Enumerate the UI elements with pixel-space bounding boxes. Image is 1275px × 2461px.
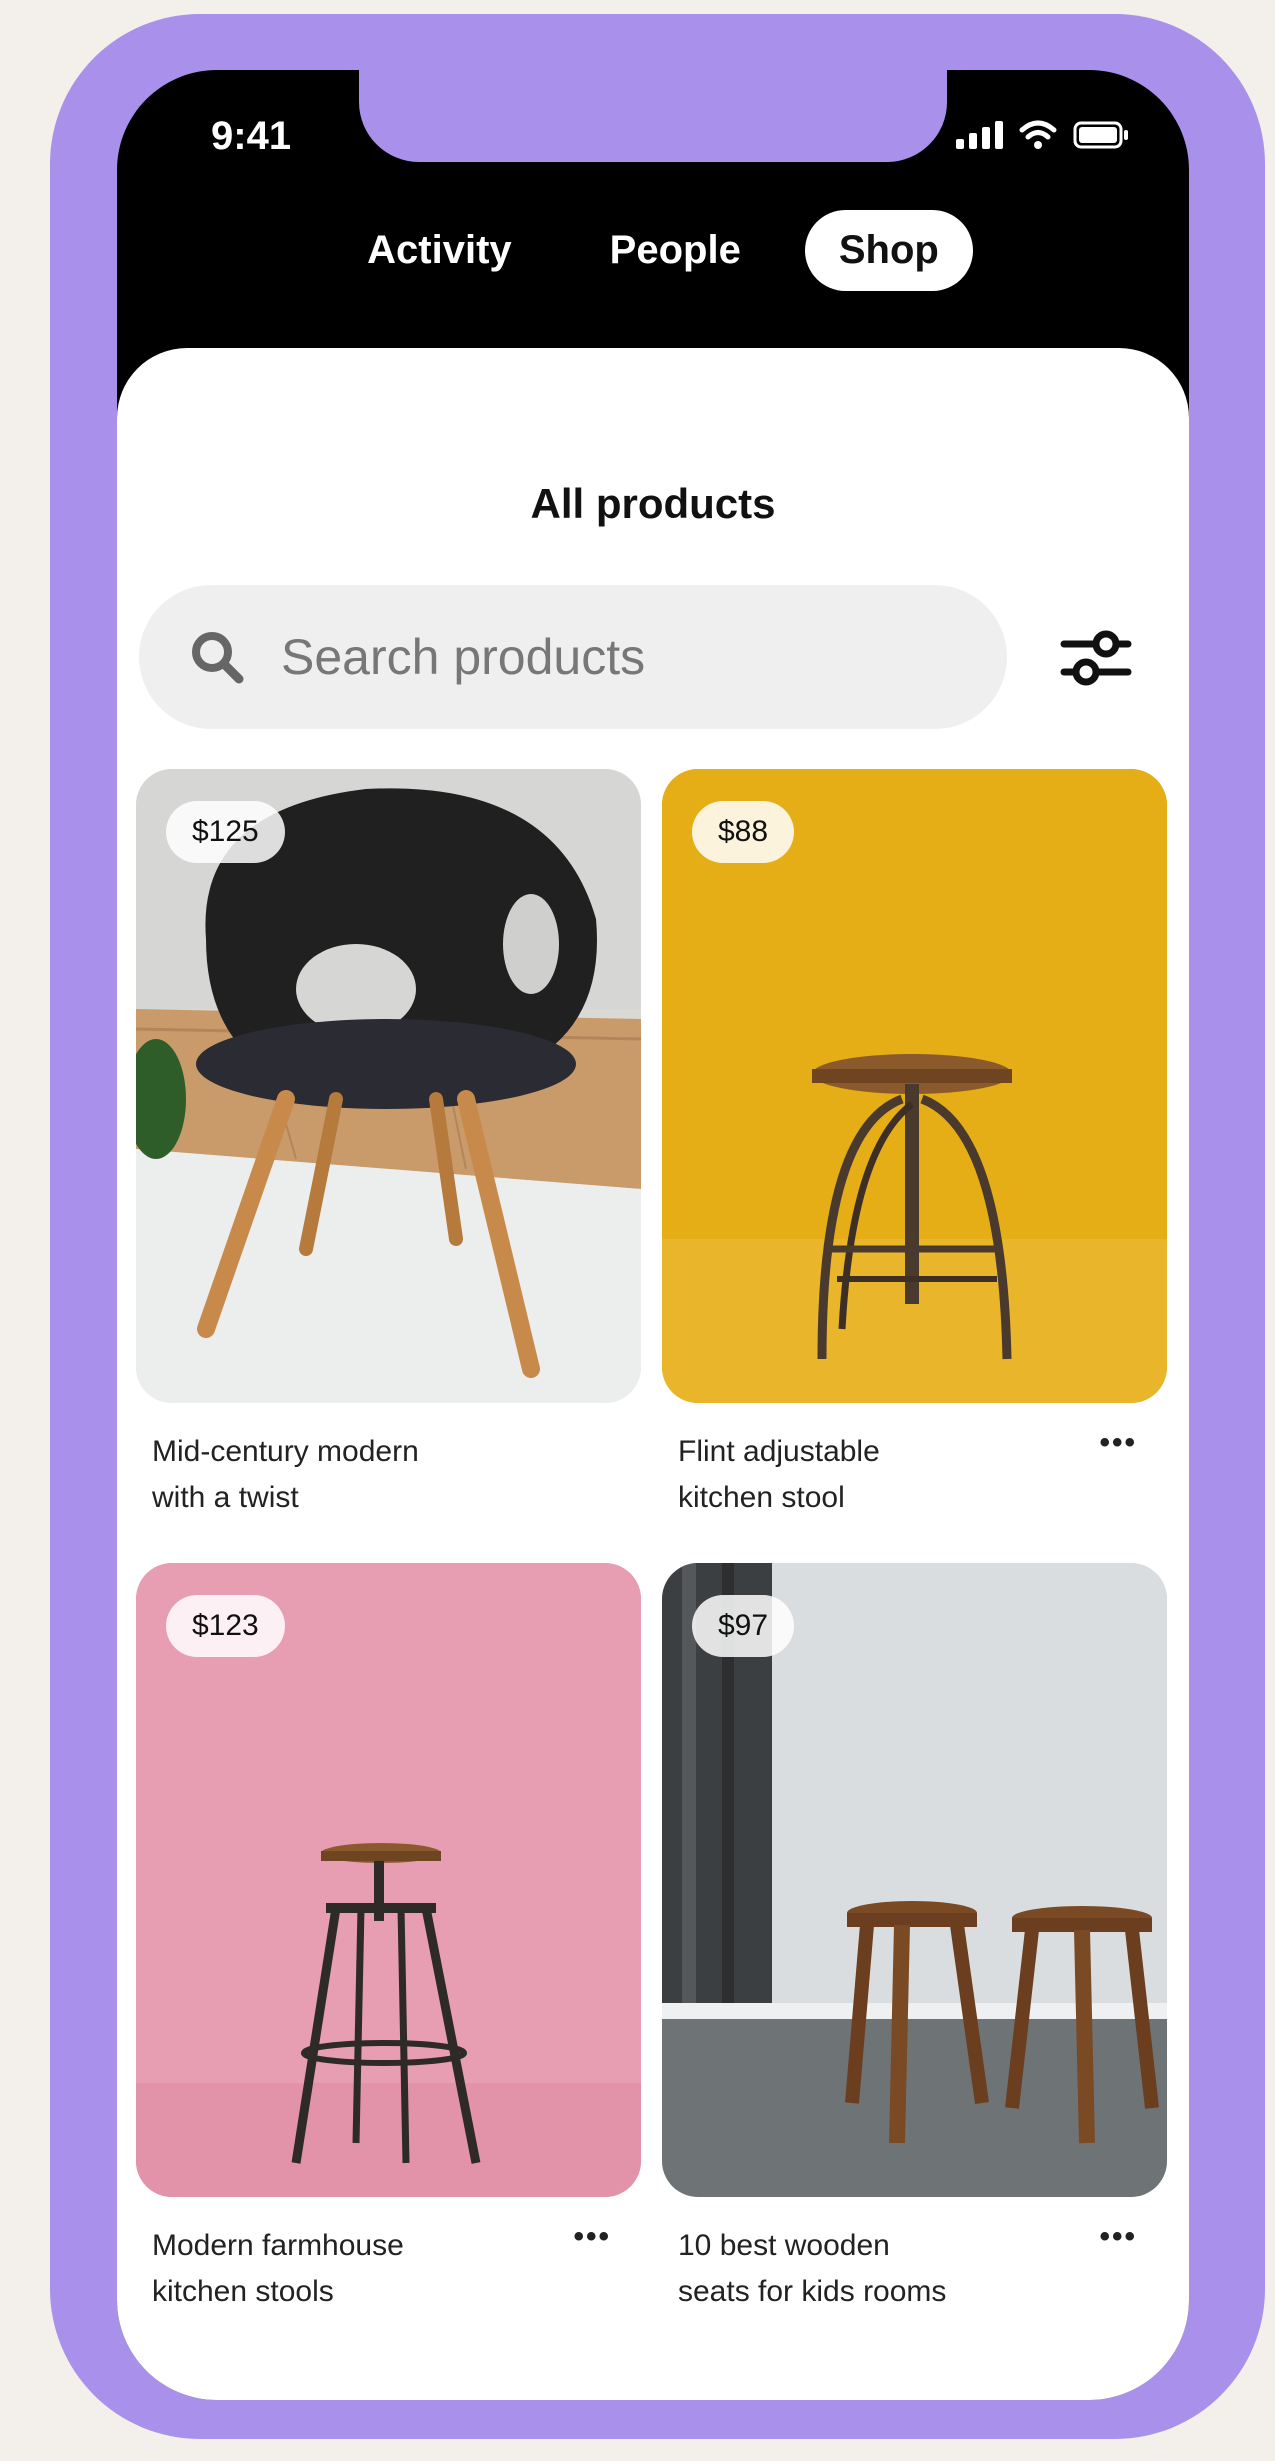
product-info: Flint adjustable kitchen stool ••• — [662, 1428, 1167, 1521]
product-name[interactable]: Mid-century modern with a twist — [136, 1429, 532, 1521]
status-icons — [956, 120, 1129, 150]
price-badge: $88 — [692, 801, 795, 863]
product-info: Modern farmhouse kitchen stools ••• — [136, 2222, 641, 2315]
product-image[interactable]: $88 — [662, 769, 1167, 1403]
price-badge: $125 — [166, 801, 285, 863]
stool-image — [662, 769, 1167, 1403]
stools-image — [662, 1563, 1167, 2197]
search-input[interactable] — [279, 627, 883, 687]
search-icon — [192, 632, 244, 684]
price-badge: $123 — [166, 1595, 285, 1657]
status-time: 9:41 — [211, 114, 292, 158]
product-image[interactable]: $123 — [136, 1563, 641, 2197]
main-content: All products Search products $125 Mid-ce… — [117, 348, 1189, 2400]
product-name[interactable]: 10 best wooden seats for kids rooms — [662, 2223, 1058, 2315]
product-info: Mid-century modern with a twist — [136, 1429, 641, 1521]
phone-screen: 9:41 Activity People Shop All products S… — [117, 70, 1189, 2400]
search-bar[interactable] — [139, 585, 1007, 729]
product-name[interactable]: Flint adjustable kitchen stool — [662, 1429, 1058, 1521]
more-icon[interactable]: ••• — [1099, 2222, 1167, 2252]
product-card-1[interactable]: $125 Mid-century modern with a twist — [136, 769, 641, 1521]
chair-image — [136, 769, 641, 1403]
notch — [359, 70, 947, 162]
battery-icon — [1073, 121, 1129, 149]
product-image[interactable]: $125 — [136, 769, 641, 1403]
more-icon[interactable]: ••• — [573, 2222, 641, 2252]
stool-image — [136, 1563, 641, 2197]
product-image[interactable]: $97 — [662, 1563, 1167, 2197]
filter-icon[interactable] — [1058, 620, 1134, 696]
price-badge: $97 — [692, 1595, 795, 1657]
page-title: All products — [530, 480, 776, 527]
product-info: 10 best wooden seats for kids rooms ••• — [662, 2222, 1167, 2315]
tab-shop[interactable]: Shop — [804, 209, 973, 291]
product-card-2[interactable]: $88 Flint adjustable kitchen stool ••• — [662, 769, 1167, 1521]
signal-icon — [956, 121, 1003, 149]
product-name[interactable]: Modern farmhouse kitchen stools — [136, 2223, 532, 2315]
tab-bar: Activity People Shop — [117, 200, 1189, 300]
product-card-4[interactable]: $97 10 best wooden seats for kids rooms … — [662, 1563, 1167, 2315]
wifi-icon — [1019, 120, 1057, 150]
more-icon[interactable]: ••• — [1099, 1428, 1167, 1458]
tab-activity[interactable]: Activity — [333, 210, 546, 291]
tab-people[interactable]: People — [576, 210, 775, 291]
product-card-3[interactable]: $123 Modern farmhouse kitchen stools ••• — [136, 1563, 641, 2315]
